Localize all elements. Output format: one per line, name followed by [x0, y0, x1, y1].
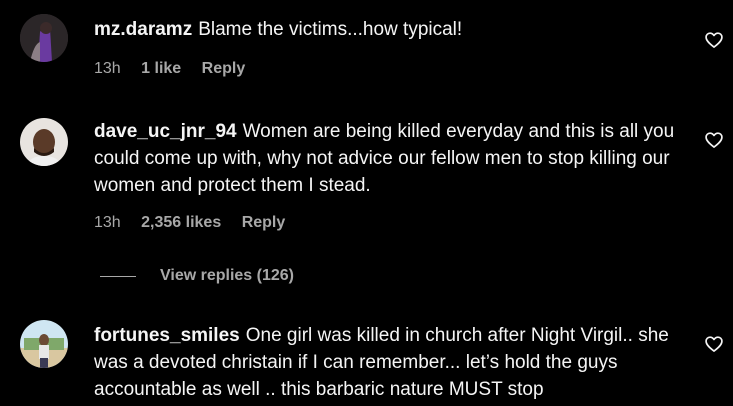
comment-likes[interactable]: 2,356 likes — [141, 214, 221, 231]
heart-outline-icon[interactable] — [704, 130, 724, 150]
view-replies-label[interactable]: View replies (126) — [160, 267, 294, 285]
heart-outline-icon[interactable] — [704, 334, 724, 354]
reply-button[interactable]: Reply — [242, 214, 286, 231]
replies-divider — [100, 275, 136, 277]
avatar[interactable] — [20, 320, 68, 368]
view-replies-button[interactable]: View replies (126) — [100, 265, 294, 287]
reply-button[interactable]: Reply — [202, 60, 246, 77]
comment-time: 13h — [94, 214, 121, 231]
comment-meta: 13h 1 like Reply — [94, 60, 261, 78]
avatar[interactable] — [20, 118, 68, 166]
comment-username[interactable]: dave_uc_jnr_94 — [94, 121, 237, 142]
avatar[interactable] — [20, 14, 68, 62]
comment-text: mz.daramz Blame the victims...how typical… — [94, 16, 694, 43]
comment-body: Blame the victims...how typical! — [198, 19, 463, 40]
comment-likes[interactable]: 1 like — [141, 60, 181, 77]
comment-text: dave_uc_jnr_94 Women are being killed eve… — [94, 118, 694, 199]
comment-meta: 13h 2,356 likes Reply — [94, 214, 301, 232]
heart-outline-icon[interactable] — [704, 30, 724, 50]
comment-text: fortunes_smiles One girl was killed in ch… — [94, 322, 694, 403]
comment-time: 13h — [94, 60, 121, 77]
comment-username[interactable]: mz.daramz — [94, 19, 192, 40]
comment-username[interactable]: fortunes_smiles — [94, 325, 240, 346]
